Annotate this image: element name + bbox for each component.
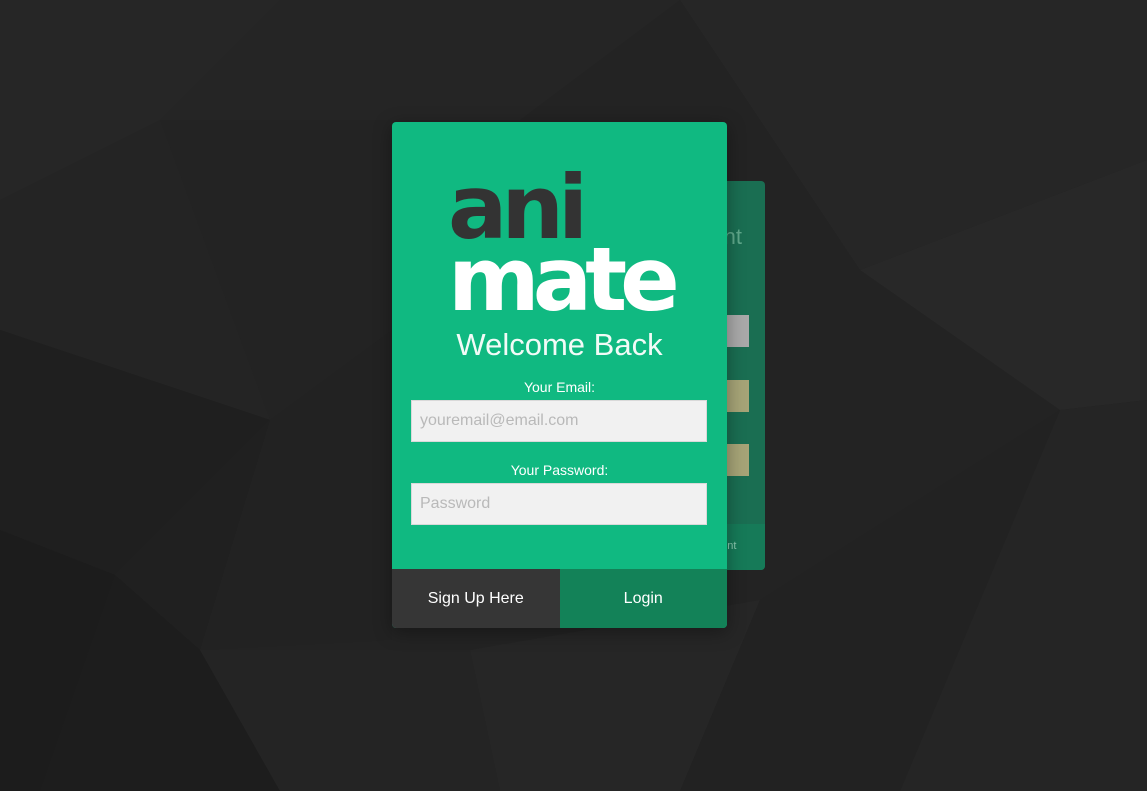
login-button[interactable]: Login [559,569,727,628]
login-card: ani mate Welcome Back Your Email: Your P… [392,122,727,628]
email-input[interactable] [411,400,707,442]
animate-logo: ani mate [448,156,678,314]
email-label: Your Email: [523,379,596,395]
sign-up-button[interactable]: Sign Up Here [392,569,560,628]
password-input[interactable] [411,483,707,525]
welcome-heading: Welcome Back [456,327,663,362]
password-label: Your Password: [510,462,609,478]
card-footer: Sign Up Here Login [392,569,727,628]
logo-line-mate: mate [448,228,676,314]
